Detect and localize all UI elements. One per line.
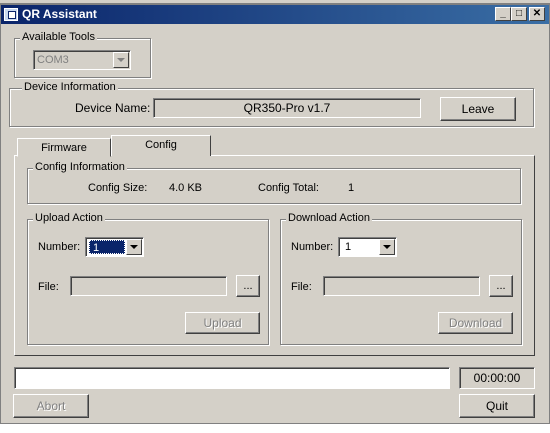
- app-icon: [4, 8, 18, 21]
- download-action-legend: Download Action: [286, 212, 372, 225]
- maximize-button[interactable]: □: [511, 7, 527, 21]
- tab-config[interactable]: Config: [111, 135, 211, 156]
- upload-action-legend: Upload Action: [33, 212, 105, 225]
- download-browse-button[interactable]: ...: [489, 275, 513, 297]
- abort-button[interactable]: Abort: [13, 394, 89, 418]
- chevron-down-icon[interactable]: [126, 239, 142, 255]
- upload-file-field: [70, 276, 227, 296]
- close-button[interactable]: ✕: [529, 7, 545, 21]
- minimize-button[interactable]: _: [495, 7, 511, 21]
- config-size-value: 4.0 KB: [169, 182, 203, 194]
- download-file-label: File:: [291, 281, 312, 293]
- minimize-icon: _: [500, 8, 506, 19]
- download-button[interactable]: Download: [438, 312, 513, 334]
- config-size-label: Config Size:: [88, 182, 148, 194]
- upload-number-select[interactable]: 1: [85, 237, 144, 257]
- window-title: QR Assistant: [22, 7, 97, 21]
- config-information-legend: Config Information: [33, 161, 127, 174]
- chevron-down-icon: [113, 52, 129, 68]
- port-combobox: COM3: [33, 50, 131, 70]
- available-tools-legend: Available Tools: [20, 31, 97, 44]
- quit-button[interactable]: Quit: [459, 394, 535, 418]
- progress-bar: [14, 367, 450, 389]
- download-number-label: Number:: [291, 241, 334, 253]
- upload-file-label: File:: [38, 281, 59, 293]
- device-name-field: QR350-Pro v1.7: [153, 98, 421, 118]
- upload-button[interactable]: Upload: [185, 312, 260, 334]
- upload-number-value: 1: [89, 240, 125, 254]
- upload-browse-button[interactable]: ...: [236, 275, 260, 297]
- download-file-field: [323, 276, 480, 296]
- leave-button[interactable]: Leave: [440, 97, 516, 121]
- download-number-select[interactable]: 1: [338, 237, 397, 257]
- config-total-label: Config Total:: [258, 182, 319, 194]
- tab-firmware[interactable]: Firmware: [17, 138, 111, 157]
- upload-number-label: Number:: [38, 241, 81, 253]
- close-icon: ✕: [532, 8, 542, 19]
- port-value: COM3: [37, 54, 69, 66]
- maximize-icon: □: [515, 8, 523, 19]
- device-name-label: Device Name:: [75, 101, 151, 115]
- download-number-value: 1: [345, 241, 352, 253]
- config-total-value: 1: [348, 182, 355, 194]
- title-bar[interactable]: QR Assistant _ □ ✕: [1, 5, 549, 24]
- device-information-legend: Device Information: [22, 81, 118, 94]
- elapsed-timer: 00:00:00: [459, 367, 535, 389]
- chevron-down-icon[interactable]: [379, 239, 395, 255]
